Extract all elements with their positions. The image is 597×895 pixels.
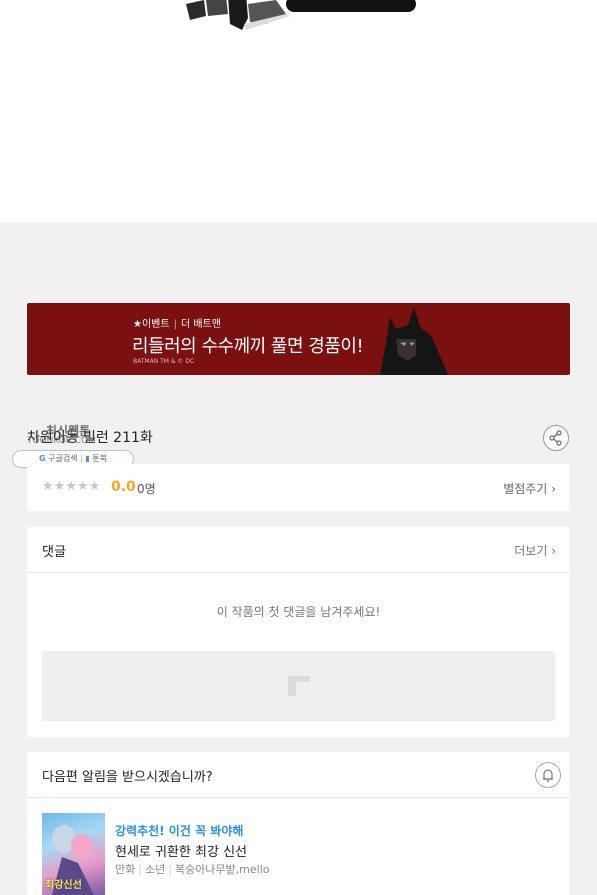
next-episode-prompt: 다음편 알림을 받으시겠습니까? [42,770,213,785]
recommendation-label: 강력추천! 이건 꼭 봐야해 [115,824,244,838]
recommendation-thumbnail[interactable]: 최강신선 [42,813,105,895]
next-episode-header: 다음편 알림을 받으시겠습니까? [27,752,570,798]
event-banner[interactable]: ★이벤트 | 더 배트맨 리들러의 수수께끼 풀면 경품이! BATMAN TM &… [27,303,570,375]
banner-tag: ★이벤트 | 더 배트맨 [133,319,221,330]
comment-input[interactable] [42,651,555,721]
next-episode-section: 다음편 알림을 받으시겠습니까? 최강신선 강력추천! 이건 꼭 봐야해 현세로… [27,752,570,895]
banner-credit: BATMAN TM & © DC [133,358,195,365]
rate-button[interactable]: 별점주기 › [503,480,556,497]
recommendation-title[interactable]: 현세로 귀환한 최강 신선 [115,841,247,860]
rating-card: ★★★★★ 0.0 0명 별점주기 › [27,464,570,511]
watermark-url: TOONKOR.COM [27,436,96,446]
share-button[interactable] [543,425,569,451]
comment-empty-text: 이 작품의 첫 댓글을 남겨주세요! [216,605,381,619]
chevron-right-icon: › [551,544,556,558]
batman-figure [380,307,448,375]
rating-count: 0명 [137,482,156,496]
comment-placeholder-icon [288,676,310,696]
header-area [0,0,597,222]
site-logo[interactable] [186,0,421,32]
notify-button[interactable] [535,762,561,788]
rating-stars[interactable]: ★★★★★ [42,479,100,494]
bell-icon [543,769,553,782]
comment-section: 댓글 더보기 › 이 작품의 첫 댓글을 남겨주세요! [27,527,570,737]
thumbnail-title: 최강신선 [45,880,82,891]
book-icon: ▮ [85,454,90,463]
share-icon [549,430,562,446]
banner-headline: 리들러의 수수께끼 풀면 경품이! [132,336,364,357]
comment-title: 댓글 [42,545,66,560]
comment-more-link[interactable]: 더보기 › [514,542,556,559]
google-icon: G [38,454,46,463]
chevron-right-icon: › [551,482,556,496]
site-watermark: 최신웹툰 TOONKOR.COM G 구글검색 | ▮ 툰북 [12,424,137,468]
rating-score: 0.0 [111,479,136,495]
comment-header: 댓글 더보기 › [27,527,570,573]
recommendation-meta: 만화 | 소년 | 복숭아나무밭,mello [115,863,270,876]
